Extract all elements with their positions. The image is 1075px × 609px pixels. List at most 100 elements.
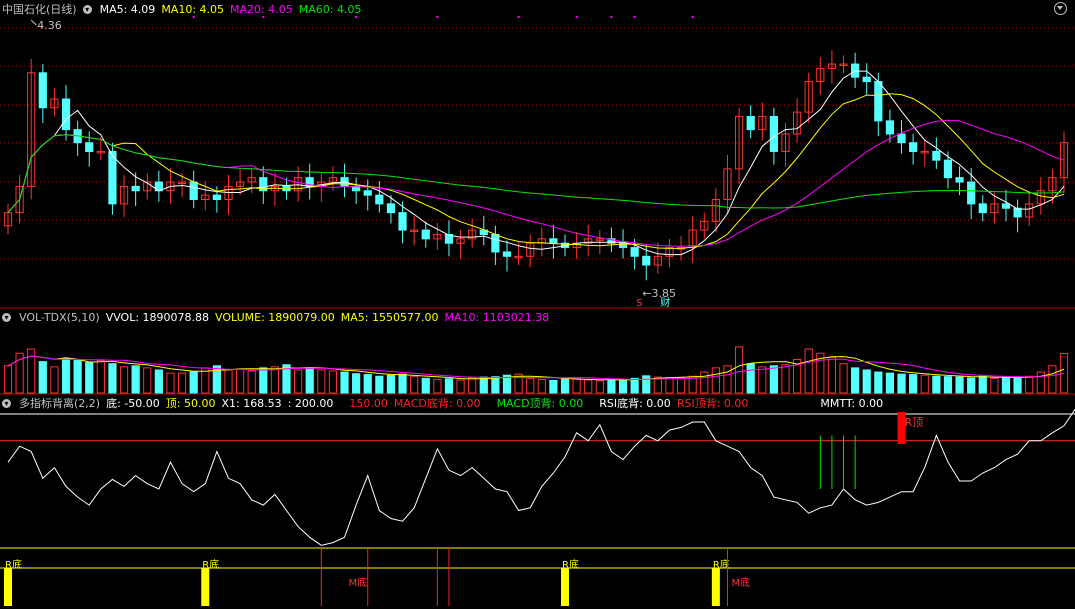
volume-bar — [224, 369, 233, 394]
signal-dot — [262, 16, 265, 18]
low-price-annotation: ←3.85 — [642, 287, 676, 300]
volume-bar — [328, 370, 338, 394]
candle-body — [375, 194, 384, 205]
signal-dots — [192, 16, 694, 18]
volume-bar — [758, 366, 767, 394]
macd-bottom-label: MACD底背: 0.00 — [393, 397, 481, 410]
volume-bar — [1013, 377, 1022, 394]
volume-bar — [166, 372, 175, 394]
volume-bar — [410, 376, 419, 394]
volume-bar — [827, 356, 837, 394]
volume-bar — [885, 372, 895, 394]
candle-body — [874, 81, 883, 122]
volume-bar — [618, 379, 628, 394]
volume-bar — [723, 365, 732, 394]
volume-bar — [317, 369, 326, 394]
stock-chart[interactable]: 4.36←3.85S 财R顶R底 R底 R底 R底M底 M底 — [0, 0, 1075, 609]
volume-label: VOLUME: 1890079.00 — [215, 311, 335, 324]
volume-bar — [294, 369, 303, 394]
ma10-label: MA10: 4.05 — [161, 3, 225, 16]
rsi-top-label: RSI顶背: 0.00 — [676, 397, 749, 410]
expand-circle-icon[interactable]: ▾ — [82, 5, 92, 14]
volume-bar — [804, 348, 813, 394]
indicator-name[interactable]: 多指标背离(2,2) — [19, 397, 100, 410]
volume-bar — [862, 369, 871, 394]
volume-bar — [978, 375, 987, 394]
expand-circle-icon[interactable]: ▾ — [2, 313, 11, 322]
r-bottom-label: R底 — [202, 558, 219, 571]
level-150-label: 150.00 — [349, 397, 388, 410]
macd-top-label: MACD顶背: 0.00 — [496, 397, 584, 410]
candle-body — [131, 185, 140, 192]
ma60-label: MA60: 4.05 — [298, 3, 362, 16]
volume-bar — [1048, 365, 1057, 394]
volume-bar — [50, 366, 59, 394]
candle-body — [363, 190, 372, 196]
volume-bar — [1025, 375, 1034, 394]
volume-bar — [119, 366, 129, 394]
high-arrow — [30, 19, 37, 26]
volume-bar — [235, 368, 245, 394]
volume-bar — [3, 365, 13, 394]
candle-body — [212, 194, 221, 201]
r-top-label: R顶 — [905, 416, 924, 429]
signal-dot — [610, 16, 613, 18]
volume-bar — [73, 360, 82, 394]
volume-bar — [479, 376, 488, 394]
vol-ma10-label: MA10: 1103021.38 — [444, 311, 550, 324]
settings-diamond-icon[interactable] — [1054, 2, 1067, 15]
candle-body — [108, 150, 117, 205]
volume-bar — [676, 377, 686, 394]
stock-name[interactable]: 中国石化(日线) — [2, 3, 77, 16]
candle-body — [398, 212, 407, 231]
volume-bar — [630, 377, 639, 394]
r-bottom-bar — [711, 568, 720, 606]
volume-bar — [259, 367, 268, 394]
signal-dot — [691, 16, 694, 18]
candle-body — [85, 142, 94, 152]
candle-body — [502, 251, 512, 257]
candle-body — [967, 181, 976, 205]
volume-bar — [549, 379, 558, 394]
r-bottom-bar — [201, 568, 210, 606]
volume-bar — [154, 369, 163, 394]
r-bottom-bar — [4, 568, 12, 606]
mmtt-label: MMTT: 0.00 — [820, 397, 884, 410]
volume-bar — [398, 373, 407, 394]
volume-bar — [305, 367, 314, 394]
volume-indicator-name[interactable]: VOL-TDX(5,10) — [19, 311, 100, 324]
r-bottom-label: R底 — [5, 558, 22, 571]
candle-body — [421, 229, 430, 240]
volume-bar — [839, 363, 848, 394]
volume-bar — [920, 374, 929, 394]
top-level-label: 顶: 50.00 — [165, 397, 216, 410]
candle-body — [885, 120, 895, 135]
volume-bar — [96, 360, 105, 394]
candle-body — [38, 72, 47, 109]
volume-bar — [851, 367, 860, 394]
m-bottom-label: M底 — [349, 576, 368, 589]
volume-bar — [247, 370, 256, 394]
volume-bar — [734, 346, 744, 394]
expand-circle-icon[interactable]: ▾ — [2, 399, 11, 408]
ma5-label: MA5: 4.09 — [99, 3, 156, 16]
marker-cai: 财 — [660, 296, 670, 309]
volume-bar — [711, 367, 720, 394]
marker-s: S — [636, 298, 642, 309]
volume-bar — [607, 379, 616, 394]
volume-bar — [967, 377, 976, 394]
volume-bar — [955, 376, 964, 394]
candle-body — [386, 203, 396, 214]
volume-bar — [769, 365, 778, 394]
signal-dot — [517, 16, 520, 18]
volume-bar — [444, 378, 454, 394]
candle-body — [897, 133, 906, 144]
ma60-line — [7, 134, 1065, 213]
volume-bar — [456, 379, 465, 394]
volume-bar — [177, 372, 187, 394]
candle-body — [955, 177, 964, 183]
candle-body — [630, 247, 639, 257]
volume-bar — [537, 378, 546, 394]
candle-body — [61, 98, 71, 131]
volume-bar — [61, 357, 71, 394]
